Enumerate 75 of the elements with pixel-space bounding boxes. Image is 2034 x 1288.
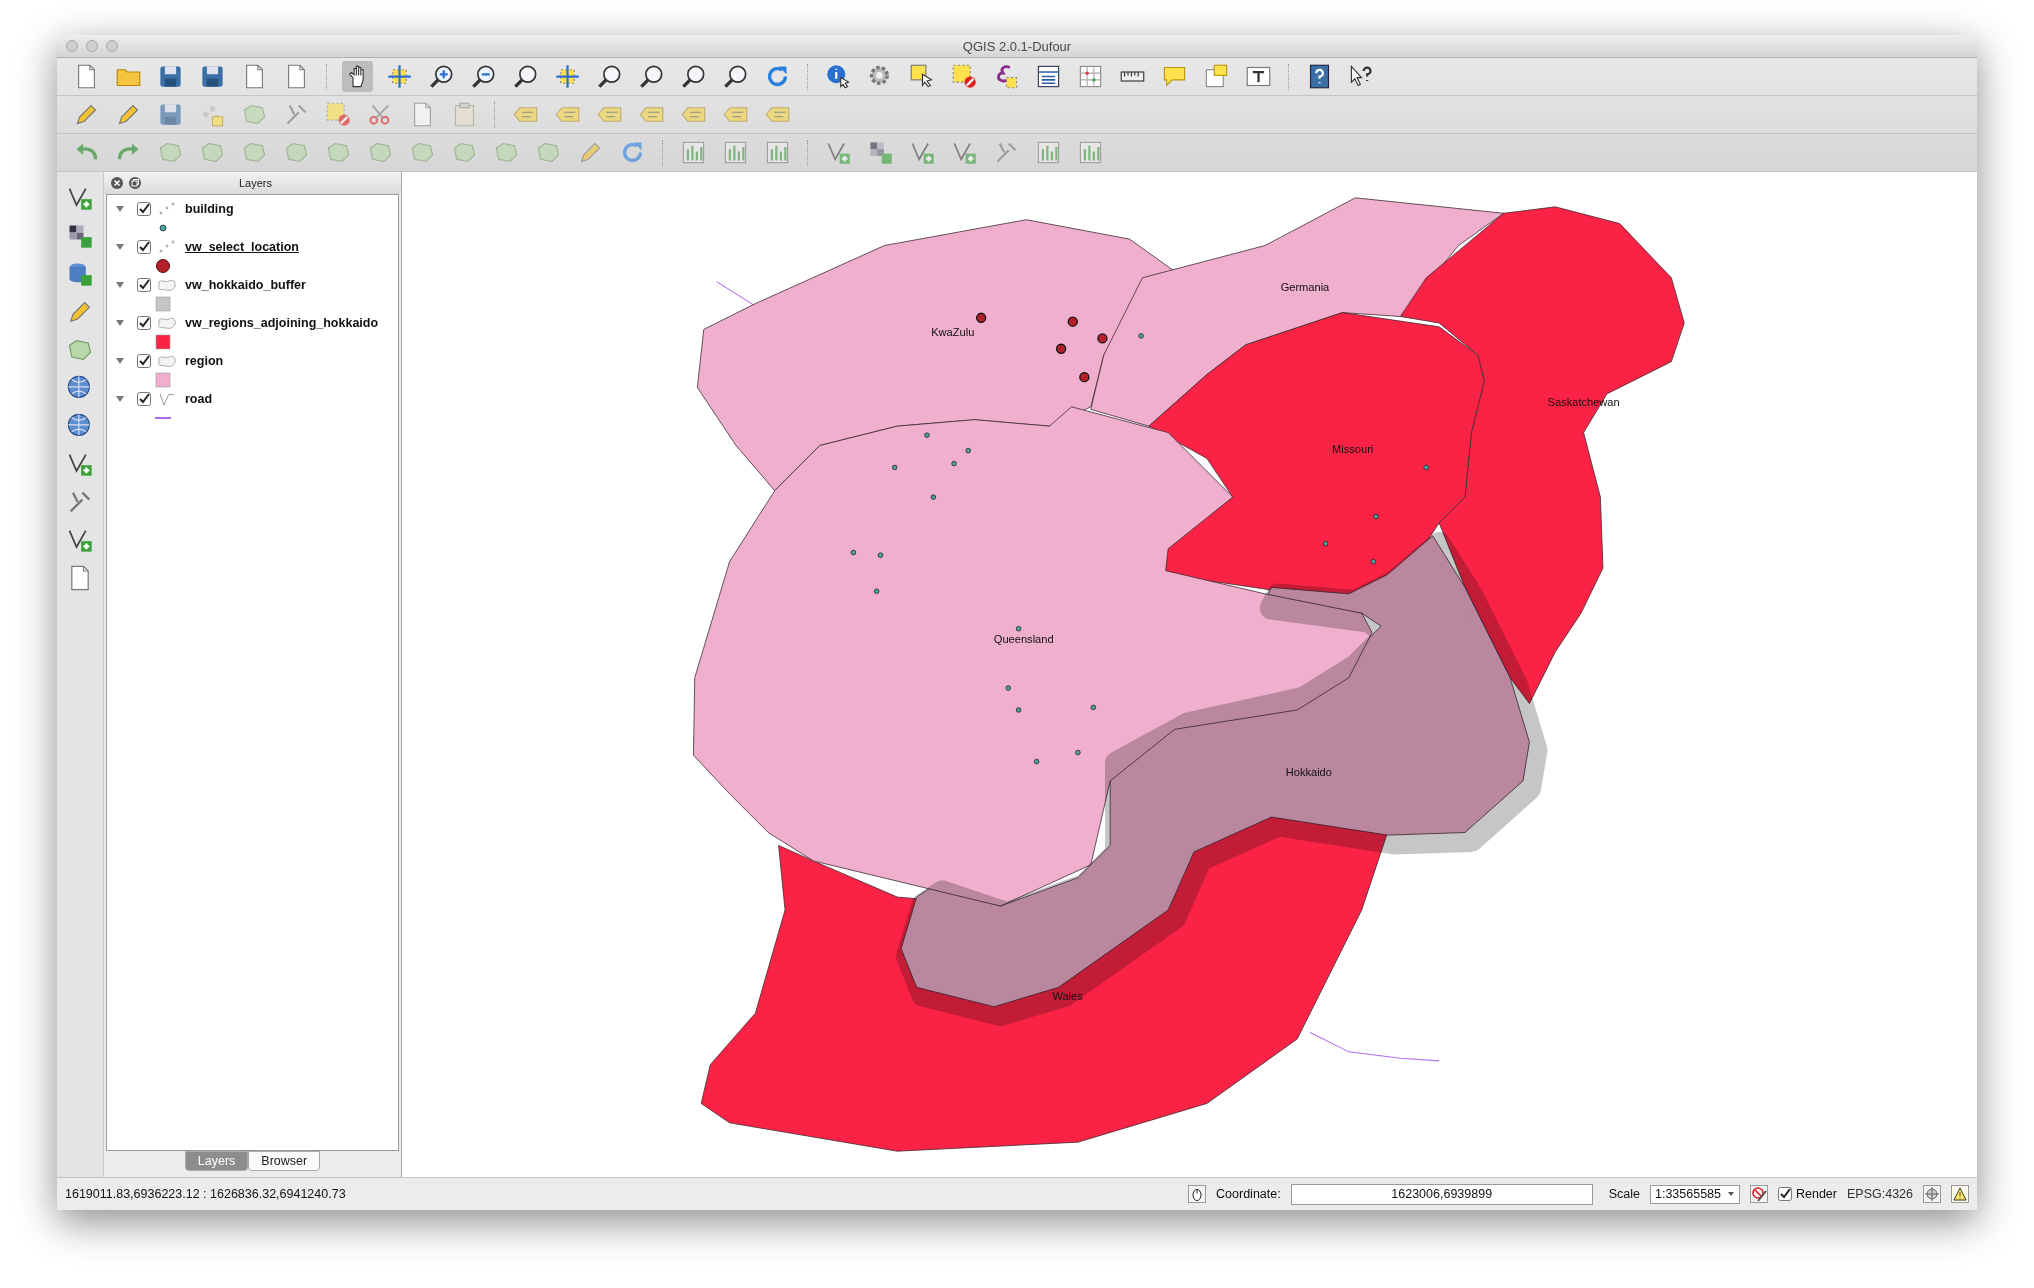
expand-arrow-icon[interactable]	[115, 203, 125, 214]
render-label: Render	[1796, 1187, 1837, 1201]
line-icon	[157, 391, 177, 406]
point-marker	[976, 312, 987, 323]
checkbox[interactable]	[137, 201, 151, 216]
point-marker	[1090, 704, 1097, 711]
coordinate-field[interactable]: 1623006,6939899	[1290, 1183, 1593, 1205]
render-checkbox[interactable]	[1778, 1187, 1792, 1201]
point-marker	[892, 464, 898, 471]
checkbox[interactable]	[137, 277, 151, 292]
point-marker	[1067, 316, 1078, 327]
scale-label: Scale	[1608, 1187, 1640, 1201]
region-label: Wales	[1052, 990, 1083, 1003]
point-marker	[924, 432, 930, 438]
extent-text: 1619011.83,6936223.12 : 1626836.32,6941240.73	[65, 1187, 346, 1201]
mouse-icon[interactable]	[1188, 1185, 1207, 1203]
warning-icon[interactable]	[1951, 1185, 1969, 1203]
expand-arrow-icon[interactable]	[115, 317, 125, 328]
layer-name[interactable]: vw_hokkaido_buffer	[185, 277, 306, 292]
region-label: KwaZulu	[931, 325, 975, 338]
close-window-button[interactable]	[66, 40, 78, 52]
point-marker	[877, 552, 884, 558]
points-icon	[157, 239, 177, 254]
polygon-icon	[157, 277, 177, 292]
expand-arrow-icon[interactable]	[115, 355, 125, 366]
points-icon	[157, 201, 177, 216]
point-marker	[930, 494, 937, 500]
polygon-icon	[157, 353, 177, 368]
point-marker	[1055, 343, 1067, 354]
hand-icon[interactable]	[342, 61, 373, 92]
checkbox[interactable]	[137, 315, 151, 330]
layer-name[interactable]: vw_regions_adjoining_hokkaido	[185, 315, 379, 330]
no-render-icon[interactable]	[1750, 1185, 1768, 1203]
expand-arrow-icon[interactable]	[115, 241, 125, 252]
point-marker	[1075, 749, 1081, 756]
point-marker	[1322, 540, 1329, 547]
crosshair-icon[interactable]	[1923, 1185, 1941, 1203]
point-marker	[1370, 558, 1377, 565]
polygon-icon	[157, 315, 177, 330]
panel-title: Layers	[238, 177, 273, 189]
region-label: Missouri	[1332, 443, 1374, 456]
close-icon[interactable]	[110, 176, 124, 190]
point-marker	[1079, 371, 1090, 383]
checkbox[interactable]	[137, 239, 151, 254]
layer-name[interactable]: region	[185, 353, 224, 368]
point-marker	[850, 549, 857, 556]
panel-tab[interactable]: Browser	[248, 1151, 321, 1171]
point-marker	[1015, 707, 1022, 713]
checkbox[interactable]	[137, 353, 151, 368]
point-marker	[1033, 758, 1040, 765]
layer-name[interactable]: vw_select_location	[185, 239, 299, 254]
point-marker	[1015, 626, 1022, 632]
float-panel-icon[interactable]	[128, 176, 142, 190]
coordinate-label: Coordinate:	[1216, 1187, 1281, 1201]
point-marker	[1097, 333, 1108, 344]
checkbox[interactable]	[137, 391, 151, 406]
region-label: Germania	[1280, 280, 1330, 293]
scale-combo-box[interactable]: 1:33565585	[1650, 1184, 1740, 1204]
point-marker	[951, 460, 957, 467]
point-marker	[873, 588, 880, 594]
point-marker	[1373, 513, 1379, 520]
crs-button[interactable]: EPSG:4326	[1847, 1187, 1913, 1201]
zoom-window-button[interactable]	[106, 40, 118, 52]
expand-arrow-icon[interactable]	[115, 393, 125, 404]
minimize-window-button[interactable]	[86, 40, 98, 52]
region-label: Hokkaido	[1285, 765, 1332, 778]
point-marker	[1423, 464, 1429, 471]
point-marker	[1005, 685, 1011, 691]
window-title: QGIS 2.0.1-Dufour	[962, 38, 1072, 54]
expand-arrow-icon[interactable]	[115, 279, 125, 290]
point-marker	[965, 447, 971, 454]
point-marker	[1138, 333, 1144, 339]
region-label: Queensland	[993, 632, 1054, 645]
layer-name[interactable]: building	[185, 201, 234, 216]
layer-name[interactable]: road	[185, 391, 213, 406]
